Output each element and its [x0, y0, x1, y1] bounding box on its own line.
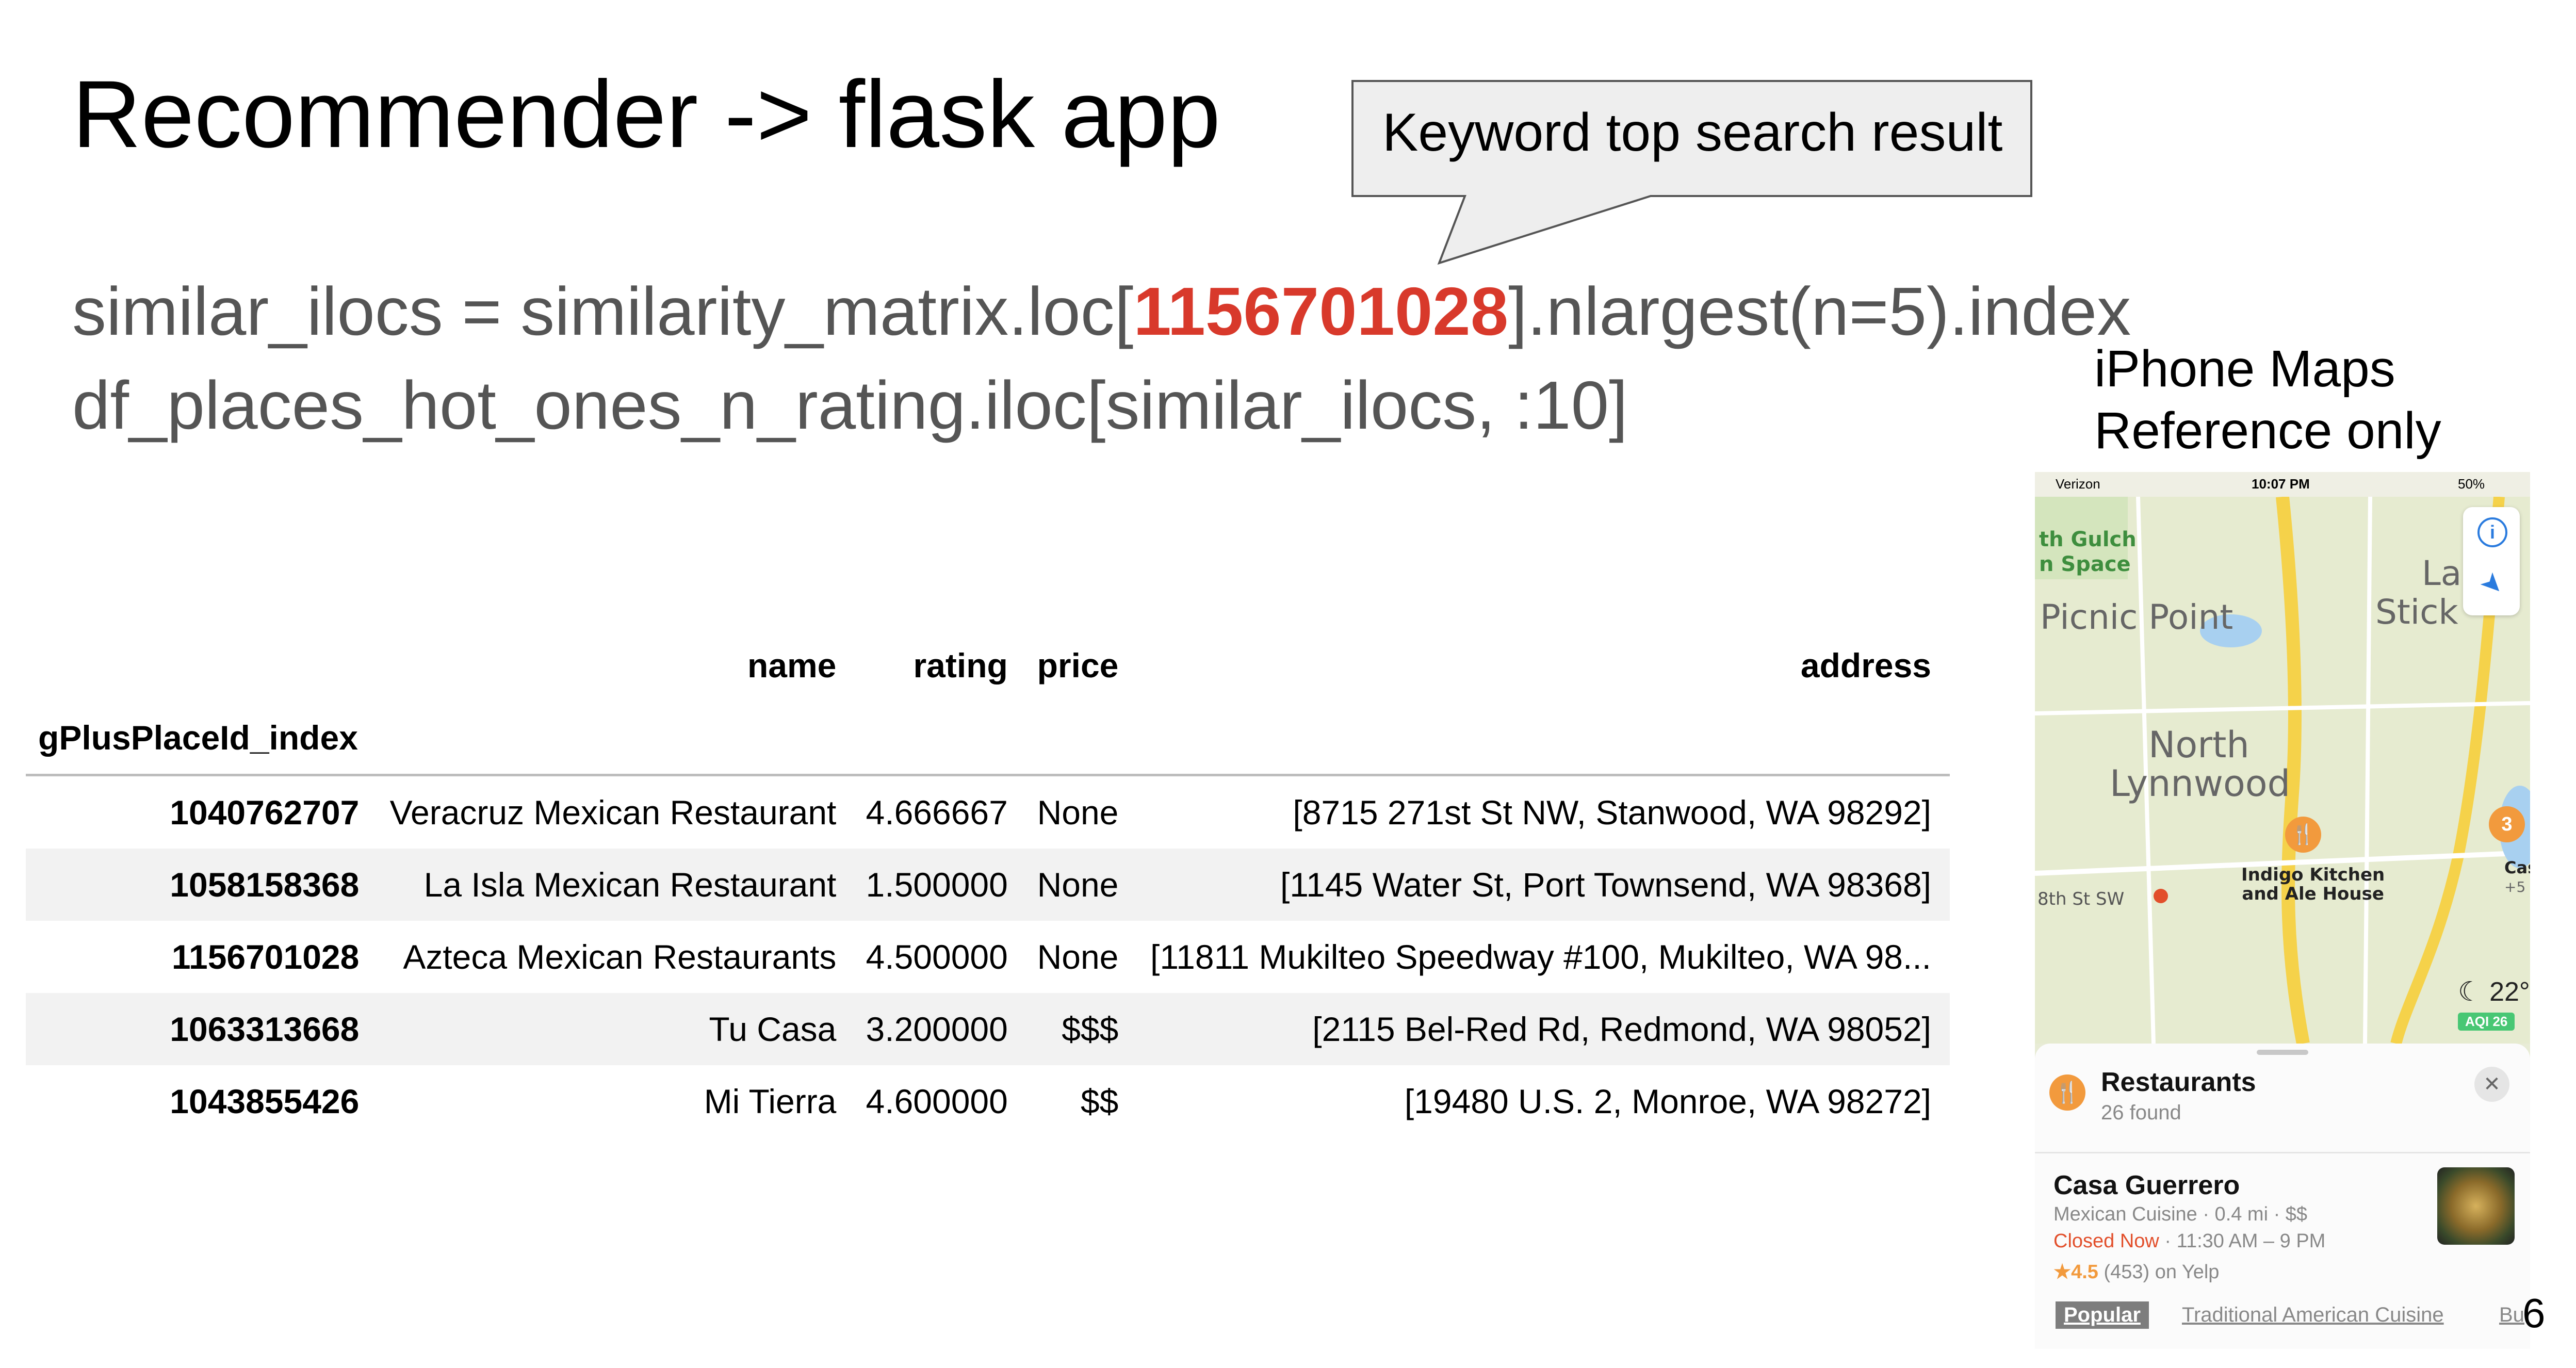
- status-bar: Verizon 10:07 PM 50%: [2035, 472, 2530, 497]
- chip-more[interactable]: Bu: [2499, 1304, 2524, 1327]
- index-header: gPlusPlaceId_index: [38, 719, 358, 757]
- result-subtitle: Mexican Cuisine · 0.4 mi · $$: [2053, 1203, 2308, 1225]
- hours-text: · 11:30 AM – 9 PM: [2159, 1230, 2326, 1252]
- cell-address: [11811 Mukilteo Speedway #100, Mukilteo,…: [1150, 938, 1931, 976]
- column-header-price: price: [1037, 646, 1119, 685]
- restaurant-pin-icon[interactable]: 🍴: [2285, 817, 2321, 853]
- cell-price: None: [1037, 793, 1119, 832]
- table-row: 1043855426 Mi Tierra 4.600000 $$ [19480 …: [26, 1065, 1950, 1137]
- temperature-value: 22°: [2489, 977, 2530, 1007]
- column-header-name: name: [747, 646, 837, 685]
- map-label-street: 8th St SW: [2037, 889, 2125, 909]
- iphone-maps-screenshot: Verizon 10:07 PM 50% th Gulch n Space Pi…: [2035, 472, 2530, 1349]
- table-header-row: name rating price address: [26, 629, 1950, 702]
- map-label-gulch-2: n Space: [2039, 552, 2131, 576]
- closed-status: Closed Now: [2053, 1230, 2159, 1252]
- cell-name: Azteca Mexican Restaurants: [403, 938, 837, 976]
- map-poi-indigo[interactable]: Indigo Kitchen and Ale House: [2241, 865, 2385, 905]
- code-line-1: similar_ilocs = similarity_matrix.loc[11…: [72, 278, 2131, 346]
- header-blank: [26, 629, 378, 702]
- row-index: 1156701028: [171, 938, 360, 976]
- rating-value: 4.5: [2071, 1261, 2098, 1283]
- map-controls: i ➤: [2463, 507, 2520, 615]
- cell-price: $$: [1080, 1082, 1119, 1120]
- cell-name: Veracruz Mexican Restaurant: [389, 793, 837, 832]
- cell-price: None: [1037, 938, 1119, 976]
- status-battery: 50%: [2458, 476, 2485, 492]
- iphone-caption: iPhone Maps Reference only: [2094, 338, 2441, 462]
- weather-temperature: ☾ 22°: [2458, 977, 2530, 1007]
- cell-rating: 1.500000: [866, 866, 1008, 904]
- result-name[interactable]: Casa Guerrero: [2053, 1170, 2240, 1201]
- map-label-cas: Cas: [2504, 858, 2530, 877]
- table-row: 1063313668 Tu Casa 3.200000 $$$ [2115 Be…: [26, 993, 1950, 1065]
- star-icon: ★: [2053, 1261, 2072, 1283]
- restaurant-icon: 🍴: [2049, 1074, 2085, 1111]
- map-poi-line-1: Indigo Kitchen: [2241, 865, 2385, 885]
- slide-title: Recommender -> flask app: [72, 61, 1221, 168]
- dataframe-table: name rating price address gPlusPlaceId_i…: [26, 629, 1950, 1137]
- sheet-title: Restaurants: [2101, 1067, 2256, 1097]
- row-index: 1040762707: [170, 793, 360, 832]
- row-index: 1043855426: [170, 1082, 360, 1120]
- result-photo[interactable]: [2437, 1167, 2515, 1245]
- close-icon[interactable]: ✕: [2474, 1067, 2509, 1102]
- sheet-divider: [2035, 1152, 2530, 1153]
- rating-reviews: (453) on Yelp: [2098, 1261, 2220, 1283]
- cell-address: [8715 271st St NW, Stanwood, WA 98292]: [1293, 793, 1931, 832]
- location-arrow-icon[interactable]: ➤: [2471, 563, 2514, 605]
- cell-address: [1145 Water St, Port Townsend, WA 98368]: [1280, 866, 1931, 904]
- cell-name: Mi Tierra: [704, 1082, 837, 1120]
- column-header-rating: rating: [913, 646, 1008, 685]
- sheet-grabber[interactable]: [2257, 1050, 2308, 1055]
- table-row: 1040762707 Veracruz Mexican Restaurant 4…: [26, 775, 1950, 849]
- map-label-cas-more: +5 m: [2504, 878, 2530, 895]
- index-header-row: gPlusPlaceId_index: [26, 702, 1950, 775]
- map-view[interactable]: th Gulch n Space Picnic Point Lak Stick …: [2035, 497, 2530, 1044]
- status-time: 10:07 PM: [2252, 476, 2310, 492]
- cell-address: [19480 U.S. 2, Monroe, WA 98272]: [1404, 1082, 1931, 1120]
- map-label-gulch-1: th Gulch: [2039, 528, 2137, 551]
- code-line-1-prefix: similar_ilocs = similarity_matrix.loc[: [72, 273, 1134, 349]
- chip-popular[interactable]: Popular: [2056, 1301, 2149, 1329]
- cell-rating: 3.200000: [866, 1010, 1008, 1048]
- cell-rating: 4.500000: [866, 938, 1008, 976]
- callout-text: Keyword top search result: [1382, 103, 2003, 162]
- cell-price: $$$: [1062, 1010, 1119, 1048]
- aqi-badge: AQI 26: [2458, 1013, 2515, 1031]
- cluster-pin-icon[interactable]: 3: [2489, 806, 2525, 842]
- code-line-1-highlight: 1156701028: [1133, 273, 1509, 349]
- map-label-picnic-point: Picnic Point: [2040, 597, 2233, 637]
- info-icon[interactable]: i: [2477, 517, 2507, 547]
- iphone-caption-line-1: iPhone Maps: [2094, 340, 2395, 398]
- row-index: 1063313668: [170, 1010, 360, 1048]
- cell-price: None: [1037, 866, 1119, 904]
- result-hours: Closed Now · 11:30 AM – 9 PM: [2053, 1230, 2325, 1252]
- cell-address: [2115 Bel-Red Rd, Redmond, WA 98052]: [1312, 1010, 1931, 1048]
- map-label-lake-2: Stick: [2375, 592, 2458, 632]
- cell-name: La Isla Mexican Restaurant: [423, 866, 837, 904]
- map-pin-icon[interactable]: [2154, 889, 2168, 903]
- slide-number: 6: [2522, 1290, 2546, 1336]
- sheet-count: 26 found: [2101, 1101, 2181, 1124]
- cell-rating: 4.666667: [866, 793, 1008, 832]
- iphone-caption-line-2: Reference only: [2094, 402, 2441, 460]
- chip-traditional-american[interactable]: Traditional American Cuisine: [2182, 1304, 2444, 1327]
- table-row: 1156701028 Azteca Mexican Restaurants 4.…: [26, 921, 1950, 993]
- row-index: 1058158368: [170, 866, 360, 904]
- cell-name: Tu Casa: [709, 1010, 837, 1048]
- code-line-1-suffix: ].nlargest(n=5).index: [1508, 273, 2131, 349]
- map-label-lynnwood: Lynnwood: [2110, 762, 2291, 805]
- map-label-north: North: [2148, 724, 2249, 766]
- results-sheet[interactable]: 🍴 Restaurants 26 found ✕ Casa Guerrero M…: [2035, 1044, 2530, 1349]
- table-row: 1058158368 La Isla Mexican Restaurant 1.…: [26, 849, 1950, 921]
- status-carrier: Verizon: [2056, 476, 2100, 492]
- cell-rating: 4.600000: [866, 1082, 1008, 1120]
- result-rating: ★4.5 (453) on Yelp: [2053, 1260, 2219, 1283]
- column-header-address: address: [1800, 646, 1931, 685]
- map-poi-line-2: and Ale House: [2242, 884, 2384, 905]
- code-line-2: df_places_hot_ones_n_rating.iloc[similar…: [72, 367, 1628, 443]
